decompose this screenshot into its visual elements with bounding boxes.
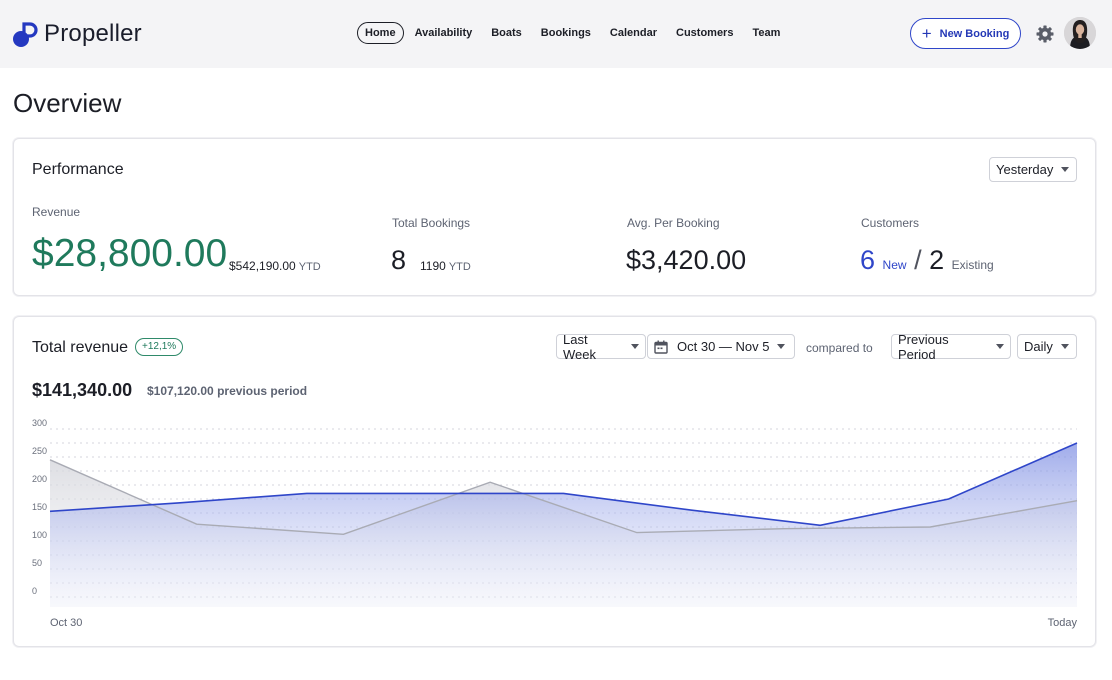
avg-per-booking-value: $3,420.00 bbox=[626, 245, 747, 275]
range-select[interactable]: Last Week bbox=[556, 331, 646, 362]
performance-card: Performance Yesterday Revenue $28,800.00… bbox=[13, 138, 1096, 296]
chart-y-tick-label: 250 bbox=[32, 446, 47, 456]
chart-y-tick-label: 200 bbox=[32, 474, 47, 484]
granularity-select[interactable]: Daily bbox=[1017, 334, 1077, 359]
main-nav: Home Availability Boats Bookings Calenda… bbox=[357, 22, 791, 44]
nav-item-home[interactable]: Home bbox=[357, 22, 404, 44]
avg-per-booking-label: Avg. Per Booking bbox=[627, 216, 720, 230]
compare-period-select[interactable]: Previous Period bbox=[891, 331, 1011, 362]
customers-separator: / bbox=[914, 245, 922, 275]
revenue-ytd: $542,190.00 YTD bbox=[229, 259, 321, 273]
total-revenue-card: Total revenue +12,1% Last Week Oct 30 — … bbox=[13, 316, 1096, 647]
performance-period-select[interactable]: Yesterday bbox=[989, 157, 1077, 182]
nav-item-boats[interactable]: Boats bbox=[483, 22, 530, 44]
revenue-ytd-value: $542,190.00 bbox=[229, 259, 296, 273]
chart-y-tick-label: 300 bbox=[32, 418, 47, 428]
revenue-chart: 0 50 100 150 200 250 300 Oct 30 Today bbox=[32, 418, 1078, 629]
customers-new-label: New bbox=[882, 258, 907, 272]
revenue-value: $28,800.00 bbox=[32, 232, 228, 275]
performance-period-value: Yesterday bbox=[996, 162, 1054, 177]
bookings-ytd-value: 1190 bbox=[420, 259, 446, 273]
user-avatar[interactable] bbox=[1064, 17, 1096, 49]
date-range-value: Oct 30 — Nov 5 bbox=[677, 339, 770, 354]
previous-period-value: $107,120.00 previous period bbox=[147, 384, 308, 398]
customers-values: 6 New / 2 Existing bbox=[860, 245, 994, 276]
calendar-icon bbox=[654, 340, 668, 354]
page-title: Overview bbox=[13, 88, 122, 118]
total-revenue-title: Total revenue bbox=[32, 339, 129, 356]
chart-y-tick-label: 50 bbox=[32, 558, 42, 568]
customers-label: Customers bbox=[861, 216, 920, 230]
granularity-value: Daily bbox=[1024, 339, 1053, 354]
bookings-ytd-label: YTD bbox=[448, 261, 471, 273]
total-bookings-label: Total Bookings bbox=[392, 216, 471, 230]
compare-period-value: Previous Period bbox=[898, 331, 949, 362]
revenue-ytd-label: YTD bbox=[298, 261, 321, 273]
performance-title: Performance bbox=[32, 161, 124, 178]
nav-item-bookings[interactable]: Bookings bbox=[533, 22, 599, 44]
date-range-picker[interactable]: Oct 30 — Nov 5 bbox=[647, 334, 795, 359]
chevron-down-icon bbox=[1061, 167, 1070, 172]
chevron-down-icon bbox=[996, 344, 1004, 349]
chevron-down-icon bbox=[777, 344, 786, 349]
range-select-value: Last Week bbox=[563, 331, 596, 362]
revenue-change-badge: +12,1% bbox=[135, 338, 184, 356]
gear-icon[interactable] bbox=[1035, 24, 1055, 44]
bookings-ytd: 1190 YTD bbox=[420, 259, 471, 273]
new-booking-label: New Booking bbox=[939, 27, 1010, 40]
chevron-down-icon bbox=[631, 344, 639, 349]
plus-icon: + bbox=[921, 23, 932, 43]
avatar-image bbox=[1064, 17, 1096, 49]
chevron-down-icon bbox=[1060, 344, 1069, 349]
customers-existing-value: 2 bbox=[929, 245, 945, 275]
propeller-logo-icon bbox=[13, 22, 38, 47]
compared-to-label: compared to bbox=[806, 341, 873, 355]
total-bookings-value: 8 bbox=[391, 245, 407, 275]
nav-item-customers[interactable]: Customers bbox=[668, 22, 741, 44]
nav-item-team[interactable]: Team bbox=[744, 22, 788, 44]
chart-x-tick-label-end: Today bbox=[1048, 617, 1078, 629]
chart-y-tick-label: 0 bbox=[32, 586, 37, 596]
app-name: Propeller bbox=[44, 20, 142, 47]
chart-x-tick-label-start: Oct 30 bbox=[50, 617, 82, 629]
customers-existing-label: Existing bbox=[951, 258, 994, 272]
revenue-label: Revenue bbox=[32, 205, 81, 219]
nav-item-availability[interactable]: Availability bbox=[407, 22, 481, 44]
total-revenue-value: $141,340.00 bbox=[32, 380, 133, 400]
chart-y-tick-label: 100 bbox=[32, 530, 47, 540]
chart-y-tick-label: 150 bbox=[32, 502, 47, 512]
nav-item-calendar[interactable]: Calendar bbox=[602, 22, 665, 44]
top-navigation-bar: Propeller Home Availability Boats Bookin… bbox=[0, 0, 1112, 68]
app-logo[interactable]: Propeller bbox=[13, 20, 142, 48]
customers-new-value: 6 bbox=[860, 245, 876, 275]
new-booking-button[interactable]: + New Booking bbox=[910, 18, 1021, 49]
